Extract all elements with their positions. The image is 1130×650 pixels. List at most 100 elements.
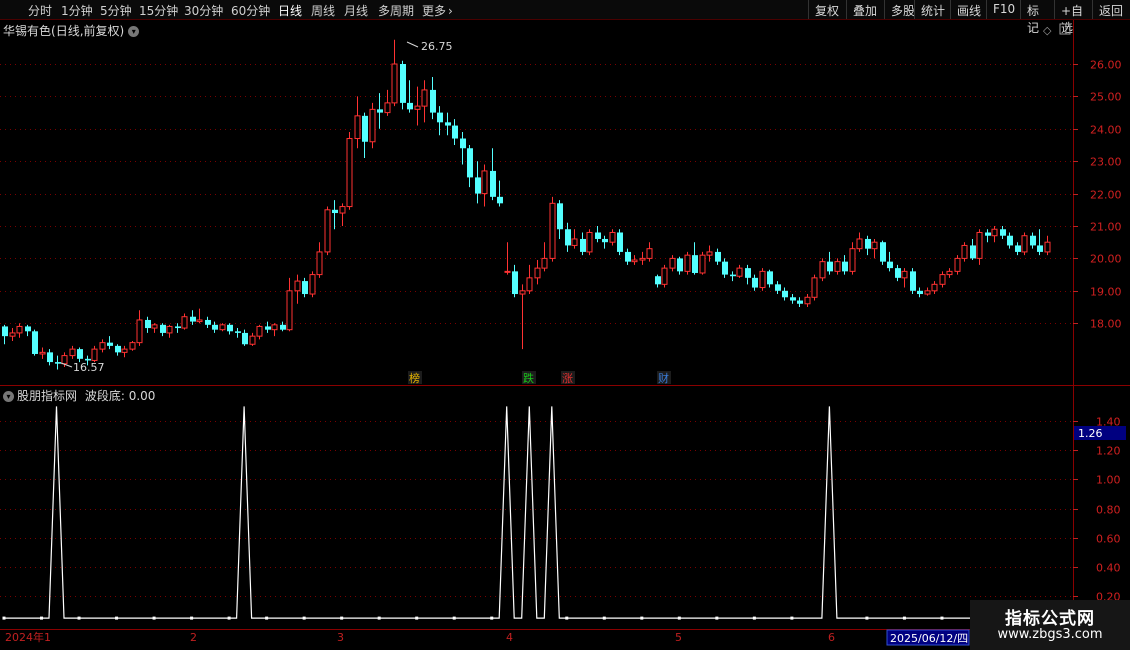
candle-body-up [526, 277, 533, 292]
candle-body-down [692, 255, 698, 273]
low-price-label: 16.57 [73, 361, 105, 374]
candle-body-down [280, 324, 286, 330]
indicator-point [302, 616, 306, 620]
event-marker-zhang[interactable]: 涨 [562, 372, 573, 385]
date-label-apr: 4 [506, 631, 513, 644]
candle-body-up [481, 170, 488, 195]
candle-body-down [32, 331, 38, 354]
indicator-point [190, 616, 194, 620]
candle-body-up [946, 270, 953, 276]
candle-body-down [827, 261, 833, 272]
indicator-current-value: 1.26 [1078, 427, 1103, 440]
candle-body-down [580, 238, 586, 252]
candle-body-down [227, 324, 233, 332]
indicator-point [152, 616, 156, 620]
cursor-date: 2025/06/12/四 [890, 632, 968, 645]
indicator-point [715, 616, 719, 620]
candle-body-down [467, 148, 473, 178]
candle-body-down [407, 102, 413, 110]
candle-body-down [160, 324, 166, 333]
candle-body-down [47, 352, 53, 363]
candle-body-down [565, 229, 571, 246]
candle-body-down [175, 326, 181, 329]
candle-body-up [1044, 241, 1051, 253]
indicator-axis-label: 0.40 [1096, 562, 1121, 575]
indicator-axis-label: 1.00 [1096, 474, 1121, 487]
candle-body-down [1015, 245, 1021, 252]
indicator-point [902, 616, 906, 620]
price-axis-label: 19.00 [1090, 286, 1122, 299]
candle-body-down [475, 177, 481, 194]
candle-body-down [302, 281, 308, 295]
candle-body-up [271, 324, 278, 331]
candle-body-down [490, 170, 496, 197]
indicator-axis-label: 1.20 [1096, 445, 1121, 458]
indicator-axis-label: 0.60 [1096, 533, 1121, 546]
candle-body-up [541, 257, 548, 269]
candle-body-down [730, 274, 736, 277]
candle-body-up [309, 274, 316, 295]
price-axis-label: 26.00 [1090, 59, 1122, 72]
layout-toggle-icon[interactable] [1059, 23, 1071, 35]
candle-body-down [445, 122, 451, 126]
indicator-point [565, 616, 569, 620]
date-label-may: 5 [675, 631, 682, 644]
candle-body-down [460, 138, 466, 149]
candle-body-up [804, 296, 811, 305]
candle-body-down [25, 326, 31, 332]
candle-body-up [414, 105, 421, 110]
chart-canvas[interactable]: 26.0025.0024.0023.0022.0021.0020.0019.00… [0, 0, 1130, 650]
indicator-point [265, 616, 269, 620]
candle-body-down [595, 232, 601, 239]
candle-body-down [400, 64, 406, 103]
candle-body-down [1030, 235, 1036, 246]
indicator-point [602, 616, 606, 620]
candle-body-down [617, 232, 623, 252]
diamond-icon[interactable]: ◇ [1043, 24, 1052, 37]
candle-body-up [631, 259, 638, 263]
candle-body-up [9, 332, 16, 337]
candle-body-down [205, 319, 211, 325]
price-axis-label: 24.00 [1090, 124, 1122, 137]
candle-body-down [332, 209, 338, 214]
candle-body-down [55, 362, 61, 364]
candle-body-up [121, 348, 128, 353]
candle-body-down [797, 300, 803, 304]
candle-body-down [842, 261, 848, 272]
event-marker-bang[interactable]: 榜 [409, 371, 420, 385]
candle-body-down [107, 342, 113, 346]
candle-body-up [339, 206, 346, 214]
candle-body-up [534, 267, 541, 279]
date-label-jun: 6 [828, 631, 835, 644]
candle-body-up [519, 290, 526, 295]
candle-body-up [69, 348, 76, 357]
event-marker-cai[interactable]: 财 [658, 371, 669, 385]
candle-body-down [910, 271, 916, 291]
candle-body-down [437, 112, 443, 123]
candle-body-up [256, 325, 263, 337]
candle-body-up [324, 209, 331, 253]
candle-body-down [895, 268, 901, 278]
candle-body-up [391, 63, 398, 104]
candle-body-up [504, 270, 511, 273]
candle-body-up [286, 290, 293, 331]
candle-body-up [954, 257, 961, 272]
candle-body-down [115, 345, 121, 353]
price-axis-label: 25.00 [1090, 91, 1122, 104]
date-label-mar: 3 [337, 631, 344, 644]
candle-body-up [294, 280, 301, 292]
candle-body-up [61, 355, 68, 365]
candle-body-down [985, 232, 991, 236]
candle-body-up [136, 319, 143, 344]
candle-body-up [871, 241, 878, 250]
candle-body-down [790, 297, 796, 301]
candle-body-up [39, 351, 46, 355]
candle-body-up [811, 277, 818, 298]
date-label-feb: 2 [190, 631, 197, 644]
candle-body-up [369, 108, 376, 143]
candle-body-up [661, 267, 668, 285]
candle-body-down [970, 245, 976, 259]
event-marker-die[interactable]: 跌 [523, 371, 534, 385]
candle-body-up [736, 267, 743, 277]
indicator-line-bottom [4, 406, 1047, 619]
